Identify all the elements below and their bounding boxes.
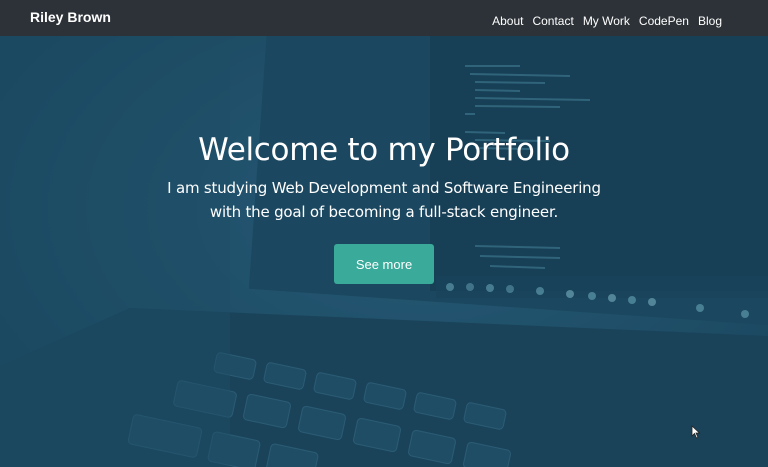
- nav-link-my-work[interactable]: My Work: [583, 14, 630, 28]
- hero-title: Welcome to my Portfolio: [198, 132, 570, 168]
- see-more-button[interactable]: See more: [334, 244, 434, 284]
- nav-item-my-work: My Work: [583, 10, 630, 29]
- nav-link-about[interactable]: About: [492, 14, 523, 28]
- nav-item-blog: Blog: [698, 10, 722, 29]
- nav-link-contact[interactable]: Contact: [532, 14, 573, 28]
- nav-item-contact: Contact: [532, 10, 573, 29]
- hero-content: Welcome to my Portfolio I am studying We…: [0, 128, 768, 284]
- nav-link-blog[interactable]: Blog: [698, 14, 722, 28]
- page: Riley Brown About Contact My Work CodePe…: [0, 0, 768, 467]
- nav-links: About Contact My Work CodePen Blog: [492, 10, 722, 29]
- nav-item-codepen: CodePen: [639, 10, 689, 29]
- nav-item-about: About: [492, 10, 523, 29]
- mouse-pointer-icon: [691, 425, 701, 439]
- navbar: Riley Brown About Contact My Work CodePe…: [0, 0, 768, 36]
- hero-subtitle: I am studying Web Development and Softwa…: [167, 179, 601, 221]
- brand-logo-link[interactable]: Riley Brown: [30, 9, 111, 25]
- nav-link-codepen[interactable]: CodePen: [639, 14, 689, 28]
